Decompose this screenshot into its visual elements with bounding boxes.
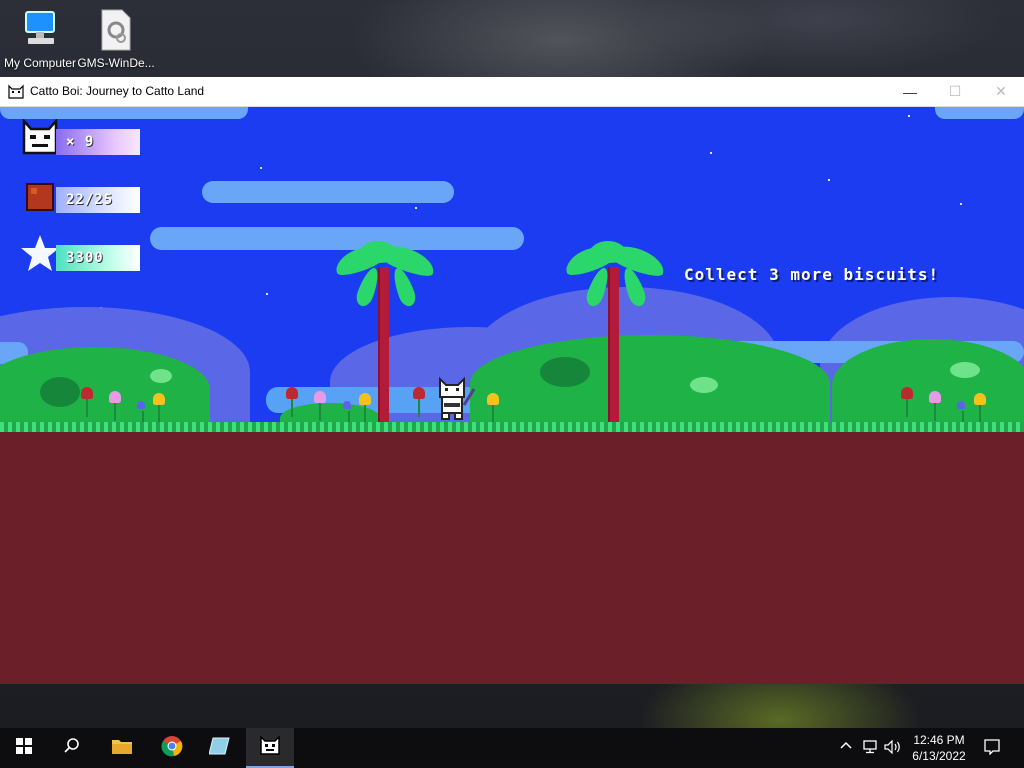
ground — [0, 432, 1024, 684]
maximize-icon: ☐ — [948, 83, 962, 99]
start-button[interactable] — [0, 728, 48, 768]
objective-message: Collect 3 more biscuits! — [684, 265, 940, 284]
bush — [0, 347, 210, 432]
close-button[interactable]: ✕ — [978, 77, 1024, 106]
clock-date: 6/13/2022 — [912, 749, 966, 763]
title-bar[interactable]: Catto Boi: Journey to Catto Land — ☐ ✕ — [0, 77, 1024, 107]
flower-pink — [108, 391, 122, 421]
cloud — [0, 107, 248, 119]
star — [828, 179, 830, 181]
notifications-icon[interactable] — [984, 739, 1000, 758]
biscuit-counter: 22/25 — [56, 187, 140, 213]
lives-counter: × 9 — [56, 129, 140, 155]
catto-app-icon — [8, 83, 24, 99]
game-window: Catto Boi: Journey to Catto Land — ☐ ✕ ×… — [0, 77, 1024, 684]
star — [908, 115, 910, 117]
lives-value: × 9 — [66, 134, 95, 150]
bush-shade — [540, 357, 590, 387]
star — [415, 207, 417, 209]
bush-highlight — [690, 377, 718, 393]
desktop-icon-gms-winde[interactable]: GMS-WinDe... — [76, 8, 156, 70]
search-icon — [63, 737, 81, 760]
close-icon: ✕ — [995, 83, 1007, 99]
score-value: 3300 — [66, 250, 104, 266]
bush-highlight — [150, 369, 172, 383]
palm-trunk — [608, 267, 619, 427]
taskbar-chrome[interactable] — [148, 728, 196, 768]
flower-red — [412, 387, 426, 417]
flower-yellow — [486, 393, 500, 423]
desktop-icon-my-computer[interactable]: My Computer — [0, 8, 80, 70]
flower-pink — [313, 391, 327, 421]
bush — [470, 335, 830, 432]
network-icon[interactable] — [862, 740, 878, 757]
taskbar-catto-boi[interactable] — [246, 728, 294, 768]
star — [260, 167, 262, 169]
show-hidden-icons-icon[interactable] — [840, 740, 852, 755]
search-button[interactable] — [48, 728, 96, 768]
palm-trunk — [378, 267, 389, 427]
cloud — [150, 227, 524, 250]
star — [266, 293, 268, 295]
star — [960, 203, 962, 205]
taskbar-app[interactable] — [196, 728, 244, 768]
player-cat — [436, 375, 478, 423]
flower-yellow — [152, 393, 166, 423]
catto-boi-icon — [259, 734, 281, 761]
flower-yellow — [973, 393, 987, 423]
window-title: Catto Boi: Journey to Catto Land — [30, 84, 205, 98]
app-icon — [208, 736, 231, 761]
maximize-button[interactable]: ☐ — [932, 77, 978, 106]
flower-yellow — [358, 393, 372, 423]
bush-highlight — [950, 362, 980, 378]
clock-time: 12:46 PM — [913, 733, 965, 747]
palm-leaf — [588, 241, 628, 263]
computer-icon — [20, 8, 60, 52]
chrome-icon — [161, 735, 183, 762]
taskbar: 12:46 PM 6/13/2022 — [0, 728, 1024, 768]
cloud — [935, 107, 1024, 119]
bush-shade — [40, 377, 80, 407]
minimize-button[interactable]: — — [887, 77, 933, 106]
minimize-icon: — — [903, 83, 917, 100]
score-counter: 3300 — [56, 245, 140, 271]
grass-strip — [0, 422, 1024, 432]
cloud — [202, 181, 454, 203]
biscuits-value: 22/25 — [66, 192, 114, 208]
settings-file-icon — [96, 8, 136, 52]
flower-red — [80, 387, 94, 417]
flower-red — [285, 387, 299, 417]
flower-red — [900, 387, 914, 417]
file-explorer-icon — [111, 737, 133, 760]
taskbar-file-explorer[interactable] — [98, 728, 146, 768]
biscuit-icon — [26, 183, 54, 211]
flower-pink — [928, 391, 942, 421]
star-icon — [20, 233, 60, 273]
desktop-icon-label: My Computer — [3, 56, 77, 70]
star — [710, 152, 712, 154]
game-viewport[interactable]: × 9 22/25 3300 Collect 3 more biscuits! — [0, 107, 1024, 684]
desktop-icon-label: GMS-WinDe... — [77, 56, 155, 70]
cat-face-icon — [22, 117, 58, 155]
clock[interactable]: 12:46 PM 6/13/2022 — [908, 732, 970, 764]
volume-icon[interactable] — [884, 739, 902, 757]
start-icon — [16, 737, 32, 759]
